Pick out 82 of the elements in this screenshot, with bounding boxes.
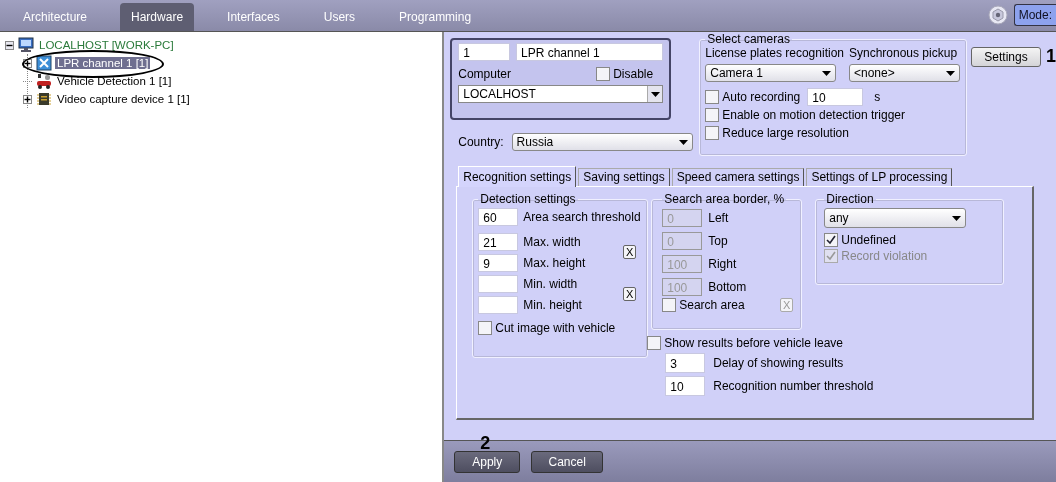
gear-icon (987, 5, 1008, 25)
checkbox[interactable] (596, 67, 611, 81)
field-label: Country: (458, 135, 504, 149)
clear-button[interactable]: X (623, 287, 637, 301)
checkbox[interactable] (705, 108, 720, 122)
checkbox-label: Reduce large resolution (722, 126, 849, 140)
annotation-number: 2 (480, 434, 491, 452)
tab[interactable]: Settings of LP processing (806, 168, 953, 186)
checkbox-label: Search area (679, 298, 745, 312)
field-label: Right (708, 256, 737, 271)
number-field[interactable]: 21 (478, 232, 519, 251)
tree-item[interactable]: LPR channel 1 [1] (55, 57, 151, 69)
checkbox[interactable] (705, 126, 720, 140)
caret-icon (679, 139, 689, 145)
tab[interactable]: Saving settings (578, 168, 670, 186)
clear-button[interactable]: X (623, 245, 637, 259)
car-icon (36, 73, 52, 89)
expand-icon[interactable] (23, 94, 32, 104)
annotation-number: 1 (1046, 47, 1056, 65)
caret-icon (946, 70, 955, 76)
checkbox-label: Cut image with vehicle (495, 321, 616, 335)
field-label: Synchronous pickup (849, 46, 959, 60)
checkbox[interactable] (705, 90, 720, 104)
caret-icon (952, 215, 962, 221)
number-field[interactable]: 3 (665, 353, 706, 373)
dropdown[interactable]: LOCALHOST (458, 85, 664, 103)
tab[interactable]: Speed camera settings (671, 168, 805, 186)
checkbox[interactable] (824, 233, 839, 247)
settings-button[interactable]: Settings (971, 47, 1041, 67)
unit-label: s (874, 90, 881, 104)
tools-icon (36, 55, 52, 71)
field-label: Max. width (523, 234, 581, 249)
group-title: Search area border, % (663, 192, 786, 206)
expand-icon[interactable] (23, 58, 32, 68)
collapse-icon[interactable] (5, 40, 14, 50)
dialog-button[interactable]: Cancel (531, 450, 604, 473)
dropdown[interactable]: <none> (849, 64, 960, 82)
mode-button[interactable]: Mode: (1013, 4, 1056, 26)
checkbox[interactable] (662, 298, 677, 312)
checkbox-label: Auto recording (722, 90, 801, 104)
number-field[interactable]: 10 (807, 88, 864, 106)
dropdown[interactable]: Camera 1 (705, 64, 837, 82)
field-label: Left (708, 210, 729, 225)
field-label: Min. width (523, 276, 578, 291)
field-label: Delay of showing results (713, 356, 844, 370)
field-label: Max. height (523, 255, 586, 270)
field-label: Min. height (523, 297, 582, 312)
dropdown[interactable]: any (824, 208, 967, 228)
number-field[interactable]: 10 (665, 376, 706, 396)
tree-item[interactable]: Vehicle Detection 1 [1] (55, 75, 174, 87)
checkbox-label: Show results before vehicle leave (664, 336, 843, 350)
field-label: Recognition number threshold (713, 379, 874, 393)
nav-tab[interactable]: Hardware (120, 3, 195, 31)
group-title: Detection settings (479, 192, 577, 206)
tree-item[interactable]: Video capture device 1 [1] (55, 93, 192, 105)
monitor-icon (18, 37, 34, 53)
field-label: Top (708, 233, 728, 248)
number-field[interactable]: 1 (458, 43, 510, 61)
caret-icon (822, 70, 832, 76)
checkbox[interactable] (478, 321, 493, 335)
number-field[interactable] (478, 274, 519, 293)
checkbox[interactable] (647, 336, 662, 350)
field-label: Computer (458, 67, 511, 81)
field-label: License plates recognition (705, 46, 844, 60)
dropdown[interactable]: Russia (511, 133, 694, 151)
number-field[interactable]: 60 (478, 207, 519, 226)
checkbox-label: Disable (613, 67, 654, 81)
number-field[interactable] (478, 295, 519, 314)
name-field[interactable]: LPR channel 1 (516, 43, 664, 61)
dialog-button[interactable]: Apply (454, 450, 521, 473)
field-label: Area search threshold (523, 209, 641, 224)
checkbox-label: Undefined (841, 233, 896, 247)
chip-icon (36, 91, 52, 107)
field-label: Bottom (708, 279, 747, 294)
tree-item[interactable]: LOCALHOST [WORK-PC] (37, 39, 176, 51)
caret-icon (650, 91, 660, 97)
checkbox-label: Enable on motion detection trigger (722, 108, 905, 122)
checkbox-label: Record violation (841, 249, 928, 263)
group-title: Select cameras (706, 32, 791, 46)
group-title: Direction (825, 192, 875, 206)
tab[interactable]: Recognition settings (458, 166, 577, 187)
number-field[interactable]: 9 (478, 253, 519, 272)
